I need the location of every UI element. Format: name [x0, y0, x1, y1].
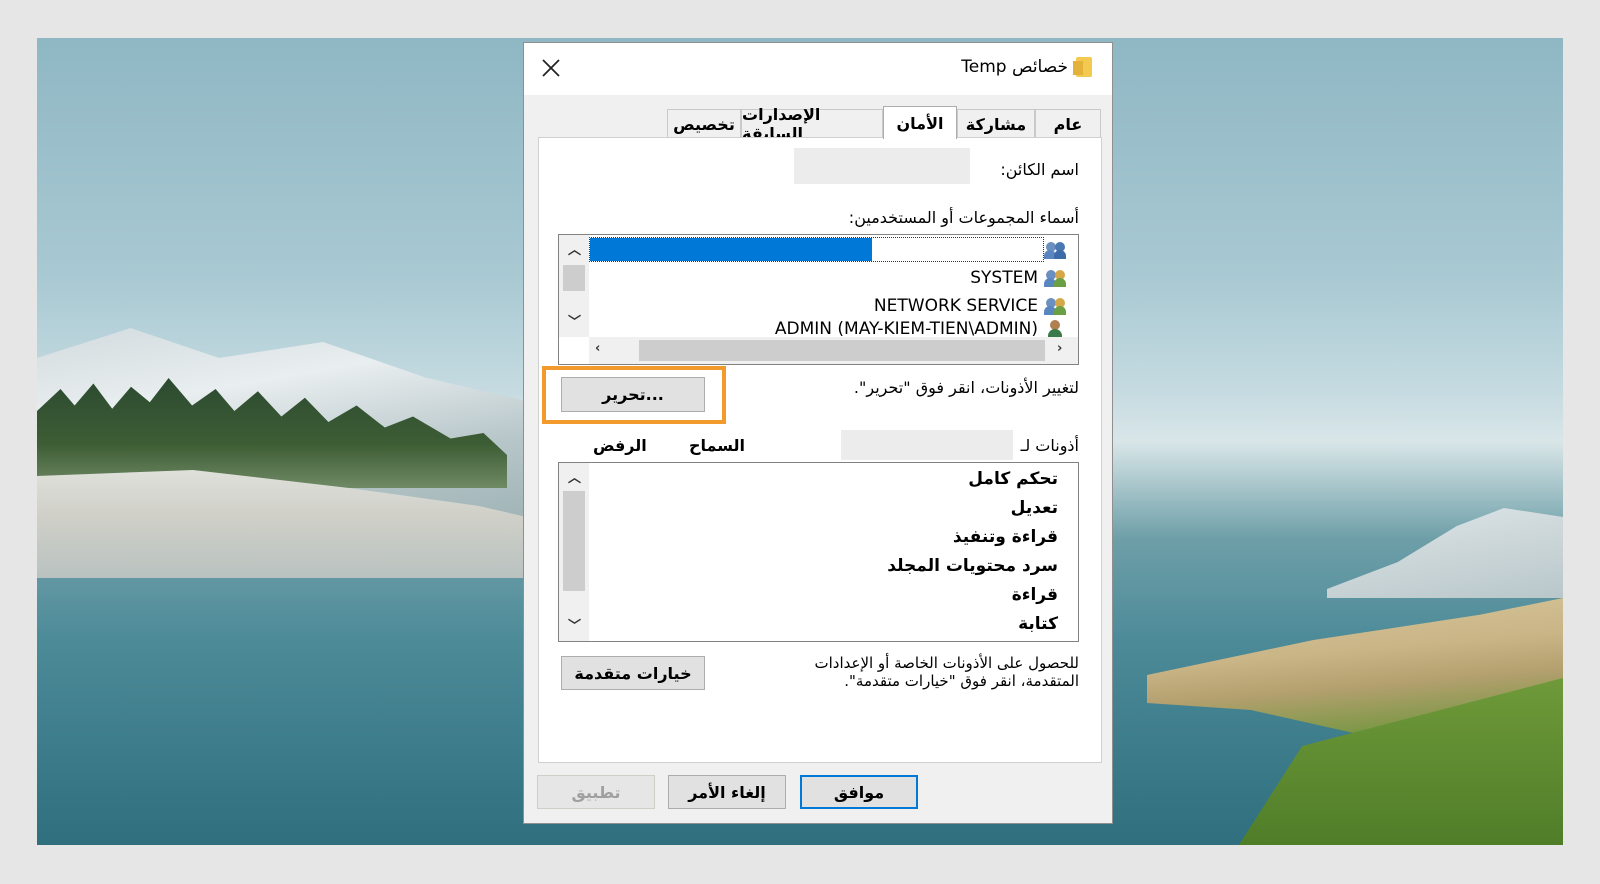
scroll-down-icon[interactable]: ﹀ — [568, 615, 581, 634]
group-users-icon — [1044, 268, 1068, 288]
deny-column-header: الرفض — [593, 436, 647, 455]
object-name-label: اسم الكائن: — [1000, 160, 1079, 179]
close-icon[interactable] — [538, 55, 564, 81]
scroll-up-icon[interactable]: ︿ — [568, 467, 581, 486]
groups-label: أسماء المجموعات أو المستخدمين: — [848, 208, 1079, 227]
users-listbox[interactable]: ︿ ﹀ SYSTEM NETWORK SERVICE ADMIN (MAY-KI… — [558, 234, 1079, 365]
security-panel: اسم الكائن: أسماء المجموعات أو المستخدمي… — [538, 137, 1102, 763]
scroll-left-icon[interactable]: ‹ — [595, 341, 600, 356]
permissions-for-value — [841, 430, 1013, 460]
user-name: ADMIN (MAY-KIEM-TIEN\ADMIN) — [774, 319, 1038, 337]
scroll-down-icon[interactable]: ﹀ — [568, 311, 581, 330]
permissions-listbox[interactable]: ︿ ﹀ تحكم كامل تعديل قراءة وتنفيذ سرد محت… — [558, 462, 1079, 642]
users-vertical-scrollbar[interactable]: ︿ ﹀ — [559, 235, 589, 337]
user-name: NETWORK SERVICE — [873, 296, 1038, 316]
tab-sharing[interactable]: مشاركة — [957, 109, 1035, 138]
tab-previous-versions[interactable]: الإصدارات السابقة — [741, 105, 883, 143]
tab-strip: تخصيص الإصدارات السابقة الأمان مشاركة عا… — [667, 105, 1101, 143]
tab-general[interactable]: عام — [1035, 109, 1101, 138]
allow-column-header: السماح — [689, 436, 746, 455]
ok-button[interactable]: موافق — [800, 775, 918, 809]
scroll-thumb[interactable] — [563, 265, 585, 291]
object-name-value — [794, 148, 970, 184]
advanced-hint-line2: المتقدمة، انقر فوق "خيارات متقدمة". — [844, 672, 1079, 690]
group-users-icon — [1044, 296, 1068, 316]
window-title-text: خصائص Temp — [961, 57, 1068, 77]
list-item[interactable] — [1038, 237, 1068, 263]
permission-full-control: تحكم كامل — [968, 469, 1058, 489]
mountain-right — [1327, 508, 1563, 598]
users-horizontal-scrollbar[interactable]: ‹ › — [589, 337, 1078, 364]
selected-row-outline — [589, 237, 1044, 262]
permissions-for-label: أذونات لـ — [1020, 436, 1079, 455]
permission-write: كتابة — [1018, 614, 1058, 634]
group-users-icon — [1044, 240, 1068, 260]
scroll-right-icon[interactable]: › — [1057, 341, 1062, 356]
advanced-button[interactable]: خيارات متقدمة — [561, 656, 705, 690]
tab-security[interactable]: الأمان — [883, 106, 957, 139]
title-bar: خصائص Temp — [524, 43, 1112, 95]
properties-dialog: خصائص Temp تخصيص الإصدارات السابقة الأما… — [523, 42, 1113, 824]
folder-icon — [1073, 57, 1092, 77]
window-title: خصائص Temp — [961, 57, 1092, 77]
permission-read: قراءة — [1011, 585, 1058, 605]
advanced-hint-line1: للحصول على الأذونات الخاصة أو الإعدادات — [814, 654, 1079, 672]
h-scroll-thumb[interactable] — [639, 340, 1045, 361]
tab-customize[interactable]: تخصيص — [667, 109, 741, 138]
permission-list-folder: سرد محتويات المجلد — [887, 556, 1058, 576]
permission-modify: تعديل — [1010, 498, 1058, 518]
cancel-button[interactable]: إلغاء الأمر — [668, 775, 786, 809]
single-user-icon — [1044, 319, 1068, 337]
list-item[interactable]: ADMIN (MAY-KIEM-TIEN\ADMIN) — [775, 319, 1068, 337]
list-item[interactable]: NETWORK SERVICE — [874, 293, 1068, 319]
scroll-thumb[interactable] — [563, 491, 585, 591]
scroll-up-icon[interactable]: ︿ — [568, 239, 581, 258]
user-name: SYSTEM — [970, 268, 1038, 288]
list-item[interactable]: SYSTEM — [970, 265, 1068, 291]
change-permissions-hint: لتغيير الأذونات، انقر فوق "تحرير". — [853, 378, 1079, 397]
permissions-vertical-scrollbar[interactable]: ︿ ﹀ — [559, 463, 589, 641]
apply-button[interactable]: تطبيق — [537, 775, 655, 809]
permission-read-execute: قراءة وتنفيذ — [952, 527, 1058, 547]
edit-button[interactable]: تحرير... — [561, 377, 705, 412]
selection-highlight — [590, 238, 872, 261]
